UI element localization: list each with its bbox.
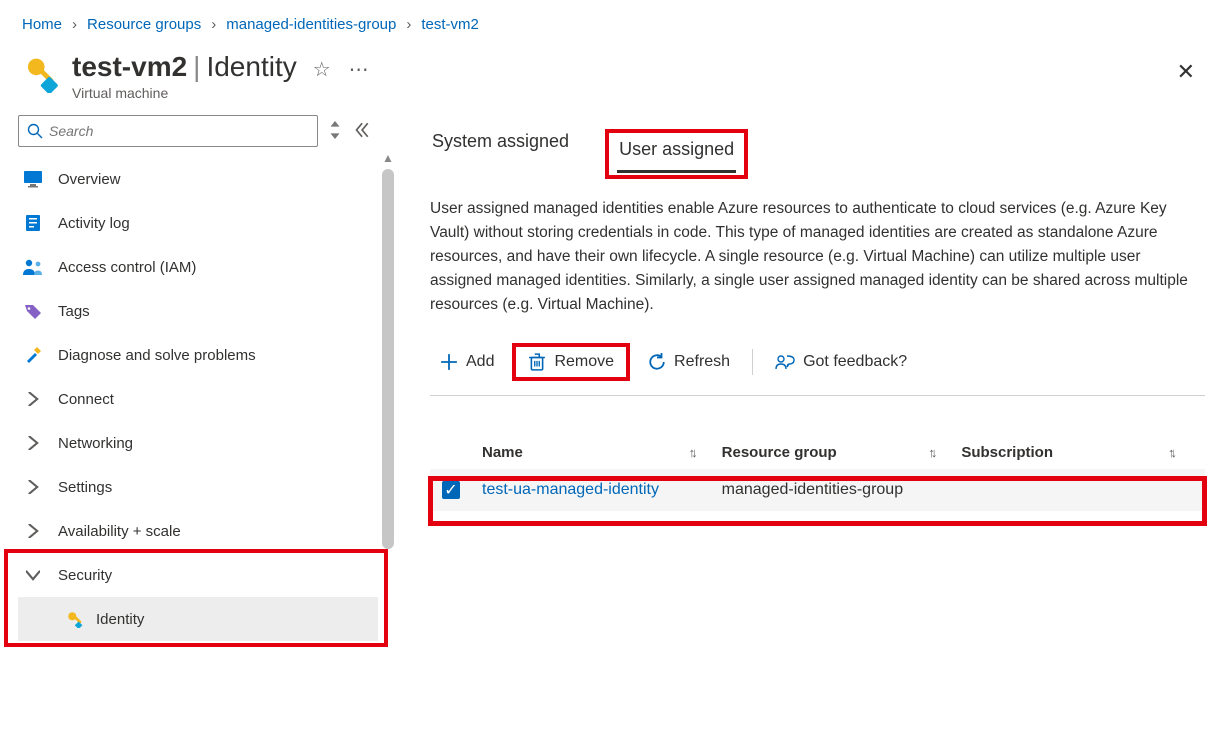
crumb-rg[interactable]: Resource groups (87, 16, 201, 33)
refresh-icon (648, 353, 666, 371)
sort-icon: ↑↓ (1168, 445, 1173, 460)
checkbox-checked-icon[interactable]: ✓ (442, 481, 460, 499)
sidebar-item-label: Activity log (58, 215, 130, 232)
refresh-button[interactable]: Refresh (638, 349, 740, 375)
sidebar-item-label: Connect (58, 391, 114, 408)
sidebar-item-label: Tags (58, 303, 90, 320)
crumb-group[interactable]: managed-identities-group (226, 16, 396, 33)
sidebar-item-networking[interactable]: Networking (18, 421, 378, 465)
add-button[interactable]: Add (430, 349, 504, 375)
separator (752, 349, 753, 375)
search-icon (27, 123, 43, 139)
trash-icon (528, 353, 546, 371)
description-text: User assigned managed identities enable … (430, 197, 1205, 317)
page-title: test-vm2|Identity (72, 51, 297, 83)
tab-bar: System assigned User assigned (430, 129, 1205, 179)
page-header: test-vm2|Identity Virtual machine ☆ ⋯ ✕ (0, 43, 1223, 115)
sidebar-item-activity-log[interactable]: Activity log (18, 201, 378, 245)
scroll-up-arrow-icon[interactable]: ▲ (380, 151, 396, 165)
search-input[interactable] (18, 115, 318, 147)
collapse-sidebar-icon[interactable] (352, 121, 370, 142)
sort-icon: ↑↓ (928, 445, 933, 460)
scroll-thumb[interactable] (382, 169, 394, 549)
people-icon (22, 256, 44, 278)
sidebar-item-connect[interactable]: Connect (18, 377, 378, 421)
crumb-home[interactable]: Home (22, 16, 62, 33)
col-name[interactable]: Name↑↓ (482, 444, 722, 461)
main-content: System assigned User assigned User assig… (378, 115, 1223, 641)
highlight-annotation (4, 549, 388, 647)
feedback-button[interactable]: Got feedback? (765, 349, 917, 375)
identity-rg-cell: managed-identities-group (722, 481, 962, 499)
resource-type-label: Virtual machine (72, 85, 297, 101)
col-resource-group[interactable]: Resource group↑↓ (722, 444, 962, 461)
sidebar-item-diagnose[interactable]: Diagnose and solve problems (18, 333, 378, 377)
plus-icon (440, 353, 458, 371)
table-header: Name↑↓ Resource group↑↓ Subscription↑↓ (430, 436, 1205, 469)
log-icon (22, 212, 44, 234)
favorite-star-icon[interactable]: ☆ (313, 57, 331, 82)
sidebar-item-label: Diagnose and solve problems (58, 347, 256, 364)
tab-user-assigned[interactable]: User assigned (617, 137, 736, 173)
sidebar-item-label: Availability + scale (58, 523, 181, 540)
sidebar-item-label: Overview (58, 171, 121, 188)
sidebar: Overview Activity log Access control (IA… (18, 115, 378, 641)
sidebar-item-availability[interactable]: Availability + scale (18, 509, 378, 553)
identity-name-link[interactable]: test-ua-managed-identity (482, 481, 659, 498)
tools-icon (22, 344, 44, 366)
sort-icon: ↑↓ (689, 445, 694, 460)
sidebar-item-access-control[interactable]: Access control (IAM) (18, 245, 378, 289)
sidebar-item-label: Access control (IAM) (58, 259, 196, 276)
feedback-icon (775, 353, 795, 371)
command-bar: Add Remove Refresh Got feedback? (430, 337, 1205, 396)
chevron-right-icon: › (72, 16, 77, 33)
sidebar-item-label: Networking (58, 435, 133, 452)
tag-icon (22, 300, 44, 322)
table-row[interactable]: ✓ test-ua-managed-identity managed-ident… (430, 469, 1205, 511)
sidebar-item-label: Settings (58, 479, 112, 496)
breadcrumb: Home › Resource groups › managed-identit… (0, 0, 1223, 43)
identities-table: Name↑↓ Resource group↑↓ Subscription↑↓ ✓… (430, 436, 1205, 511)
close-icon[interactable]: ✕ (1171, 53, 1201, 91)
scrollbar[interactable]: ▲ (380, 163, 396, 641)
highlight-annotation: User assigned (605, 129, 748, 179)
more-actions-icon[interactable]: ⋯ (349, 57, 370, 82)
chevron-right-icon (22, 432, 44, 454)
crumb-resource[interactable]: test-vm2 (421, 16, 479, 33)
sidebar-item-settings[interactable]: Settings (18, 465, 378, 509)
chevron-right-icon (22, 476, 44, 498)
chevron-right-icon (22, 520, 44, 542)
col-subscription[interactable]: Subscription↑↓ (961, 444, 1201, 461)
sidebar-item-overview[interactable]: Overview (18, 157, 378, 201)
sidebar-item-tags[interactable]: Tags (18, 289, 378, 333)
monitor-icon (22, 168, 44, 190)
remove-button[interactable]: Remove (518, 349, 624, 375)
sidebar-nav: Overview Activity log Access control (IA… (18, 157, 378, 641)
tab-system-assigned[interactable]: System assigned (430, 129, 571, 162)
key-identity-icon (22, 55, 60, 93)
highlight-annotation: Remove (512, 343, 630, 381)
sort-toggle-icon[interactable] (328, 121, 342, 142)
chevron-right-icon: › (211, 16, 216, 33)
chevron-right-icon: › (406, 16, 411, 33)
chevron-right-icon (22, 388, 44, 410)
